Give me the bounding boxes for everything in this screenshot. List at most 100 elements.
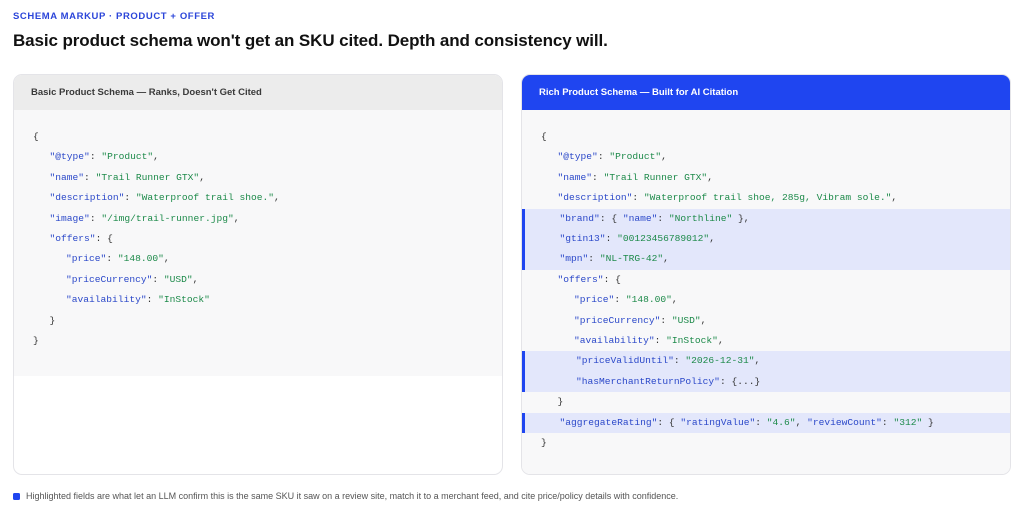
json-punctuation: , (707, 171, 713, 183)
page-title: Basic product schema won't get an SKU ci… (13, 31, 608, 50)
json-key: "image" (49, 212, 90, 224)
json-string: "Product" (101, 151, 154, 163)
json-punctuation: : (614, 294, 626, 306)
highlight-legend-swatch (13, 492, 20, 500)
json-key: "name" (622, 212, 658, 224)
json-punctuation: : (654, 335, 667, 346)
code-line: } (14, 311, 502, 331)
json-punctuation: , (153, 151, 159, 163)
highlighted-code-line: "aggregateRating": { "ratingValue": "4.6… (522, 412, 1010, 433)
json-punctuation: , (663, 253, 669, 265)
json-string: "USD" (163, 273, 193, 285)
json-key: "priceCurrency" (574, 314, 661, 326)
json-punctuation: : { (603, 273, 621, 285)
code-line: "@type": "Product", (14, 147, 502, 167)
highlight-bar (522, 208, 525, 270)
code-line: "description": "Waterproof trail shoe, 2… (522, 188, 1010, 208)
code-line: "priceCurrency": "USD", (14, 270, 502, 290)
highlight-bar (522, 412, 525, 433)
json-key: "name" (49, 171, 85, 183)
json-key: "availability" (574, 335, 655, 346)
json-punctuation: : (152, 273, 164, 285)
json-key: "priceValidUntil" (576, 355, 674, 367)
code-line: } (522, 433, 1010, 453)
json-key: "@type" (49, 151, 90, 163)
json-punctuation: , (274, 192, 280, 204)
json-punctuation: , (717, 335, 724, 346)
json-punctuation: , (671, 294, 678, 306)
json-punctuation: } (33, 335, 39, 346)
json-string: "148.00" (625, 294, 672, 306)
eyebrow-label: SCHEMA MARKUP · PRODUCT + OFFER (13, 11, 216, 22)
json-key: "price" (574, 294, 615, 306)
json-key: "brand" (559, 212, 600, 224)
json-string: "4.6" (766, 416, 796, 428)
json-punctuation: : (660, 314, 672, 326)
code-line: "availability": "InStock", (522, 331, 1010, 351)
json-key: "aggregateRating" (559, 416, 658, 428)
json-punctuation: , (700, 314, 707, 326)
footnote: Highlighted fields are what let an LLM c… (13, 491, 678, 501)
json-string: "NL-TRG-42" (599, 253, 664, 265)
basic-schema-panel: Basic Product Schema — Ranks, Doesn't Ge… (13, 74, 503, 475)
json-punctuation: : (632, 192, 644, 204)
json-punctuation: : (146, 294, 159, 306)
json-string: "Northline" (668, 212, 733, 224)
json-key: "mpn" (559, 253, 589, 265)
json-string: "Waterproof trail shoe, 285g, Vibram sol… (643, 192, 892, 204)
json-punctuation: : (124, 192, 136, 204)
json-punctuation: , (163, 253, 170, 265)
code-line: "priceCurrency": "USD", (522, 311, 1010, 331)
json-key: "price" (66, 253, 107, 265)
json-punctuation: , (754, 355, 761, 367)
highlight-bar (522, 351, 525, 393)
json-punctuation: : (657, 212, 669, 224)
code-line: "description": "Waterproof trail shoe.", (14, 188, 502, 208)
json-string: "Trail Runner GTX" (95, 171, 200, 183)
json-punctuation: : {...} (719, 375, 761, 387)
json-punctuation: , (233, 212, 240, 224)
json-key: "name" (557, 171, 593, 183)
json-key: "ratingValue" (680, 416, 756, 428)
code-line: "price": "148.00", (522, 290, 1010, 310)
footnote-text: Highlighted fields are what let an LLM c… (26, 491, 679, 501)
json-key: "reviewCount" (807, 416, 882, 428)
json-punctuation: , (192, 273, 199, 285)
json-punctuation: } (557, 396, 564, 408)
rich-schema-code-block: {"@type": "Product", "name": "Trail Runne… (522, 110, 1010, 474)
json-punctuation: : (597, 151, 610, 163)
code-line: "offers": { (14, 229, 502, 249)
json-string: "148.00" (117, 253, 164, 265)
code-line: { (522, 127, 1010, 147)
code-line: "name": "Trail Runner GTX", (14, 168, 502, 188)
json-string: "2026-12-31" (685, 355, 755, 367)
json-string: "Product" (609, 151, 662, 163)
json-key: "description" (49, 192, 125, 204)
json-punctuation: : (881, 416, 894, 428)
json-punctuation: : (106, 253, 118, 265)
json-punctuation: , (199, 171, 205, 183)
code-line: "name": "Trail Runner GTX", (522, 168, 1010, 188)
json-punctuation: : (84, 171, 96, 183)
json-punctuation: : (89, 212, 102, 224)
json-punctuation: , (795, 416, 808, 428)
json-string: "00123456789012" (617, 233, 710, 244)
basic-schema-panel-title: Basic Product Schema — Ranks, Doesn't Ge… (14, 75, 502, 110)
code-line: "availability": "InStock" (14, 290, 502, 310)
basic-schema-code-block: {"@type": "Product", "name": "Trail Runne… (14, 110, 502, 376)
json-key: "hasMerchantReturnPolicy" (576, 375, 720, 387)
rich-schema-panel-title: Rich Product Schema — Built for AI Citat… (522, 75, 1010, 110)
json-punctuation: } (49, 314, 56, 326)
json-punctuation: { (33, 131, 39, 142)
json-punctuation: : (89, 151, 102, 163)
json-punctuation: : (588, 253, 600, 265)
json-string: "Waterproof trail shoe." (135, 192, 275, 204)
code-line: "price": "148.00", (14, 249, 502, 269)
json-punctuation: , (891, 192, 898, 204)
highlighted-code-line: "mpn": "NL-TRG-42", (522, 249, 1010, 270)
json-punctuation: , (661, 151, 667, 163)
json-string: "InStock" (666, 335, 718, 346)
json-string: "312" (893, 416, 923, 428)
json-key: "priceCurrency" (66, 273, 153, 285)
json-key: "offers" (557, 273, 604, 285)
